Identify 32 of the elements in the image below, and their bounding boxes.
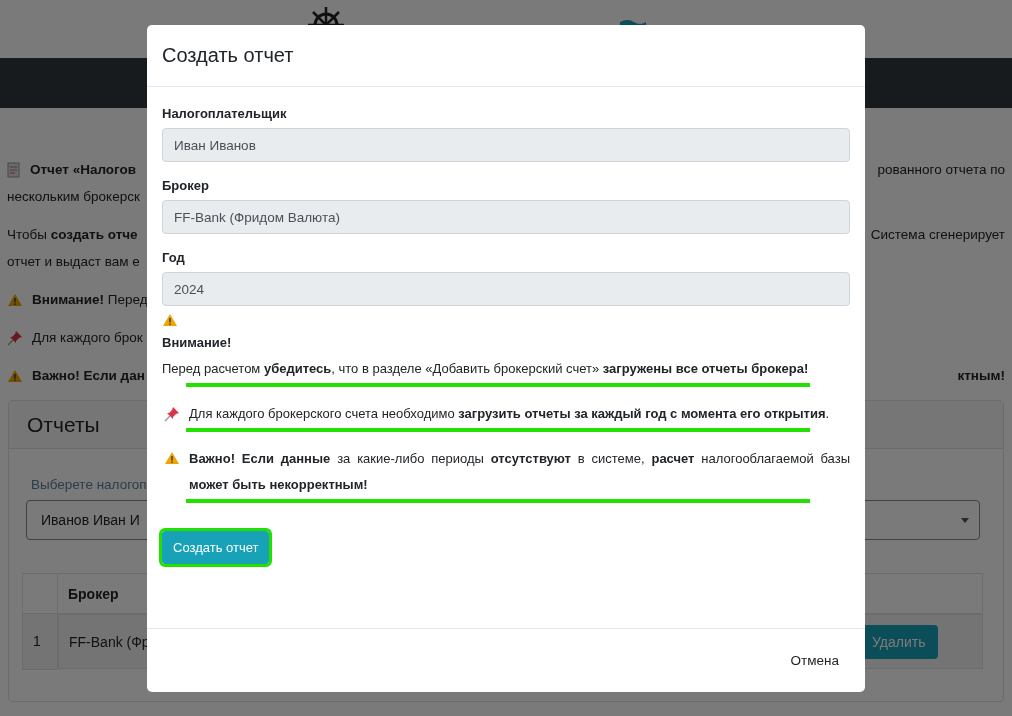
field-label: Налогоплательщик bbox=[162, 105, 288, 123]
select-label: Выберете налогоп bbox=[31, 477, 147, 492]
paragraph-text: ктным! bbox=[957, 367, 1005, 385]
warning-icon bbox=[162, 313, 178, 327]
document-icon bbox=[7, 161, 21, 178]
modal-title: Создать отчет bbox=[162, 44, 294, 67]
pushpin-icon bbox=[164, 406, 180, 422]
pushpin-icon bbox=[7, 329, 23, 346]
paragraph-text: рованного отчета по bbox=[877, 161, 1005, 179]
warning-icon bbox=[7, 292, 23, 307]
warning-icon bbox=[164, 451, 180, 465]
field-label: Брокер bbox=[162, 177, 210, 195]
notice-text: Важно! Если данные за какие-либо периоды отсутствуют в системе, расчет налогооблагаемой базы может быть некорректным! bbox=[189, 450, 850, 494]
cancel-button[interactable]: Отмена bbox=[788, 649, 841, 672]
paragraph-text: Для каждого брок bbox=[32, 329, 143, 347]
caret-icon bbox=[961, 517, 969, 523]
notice-text: Перед расчетом убедитесь, что в разделе «Добавить брокерский счет» загружены все отчеты брокера! bbox=[162, 360, 810, 378]
paragraph-text: нескольким брокерск bbox=[7, 188, 140, 206]
field-label: Год bbox=[162, 249, 186, 267]
paragraph-text: Важно! Если дан bbox=[32, 367, 145, 385]
paragraph-text: отчет и выдаст вам е bbox=[7, 253, 140, 271]
paragraph-text: Внимание! Перед bbox=[32, 291, 148, 309]
card-title: Отчеты bbox=[27, 412, 100, 437]
paragraph-text: Отчет «Налогов bbox=[30, 161, 137, 179]
table-cell: 1 bbox=[22, 613, 58, 669]
flag-icon bbox=[618, 18, 648, 25]
paragraph-text: Система сгенерирует bbox=[870, 226, 1005, 244]
warning-icon bbox=[7, 368, 23, 383]
notice-heading: Внимание! bbox=[162, 334, 233, 352]
helm-icon bbox=[306, 6, 346, 25]
paragraph-text: Чтобы создать отче bbox=[7, 226, 138, 244]
notice-text: Для каждого брокерского счета необходимо загрузить отчеты за каждый год с момента его открытия. bbox=[189, 405, 831, 423]
